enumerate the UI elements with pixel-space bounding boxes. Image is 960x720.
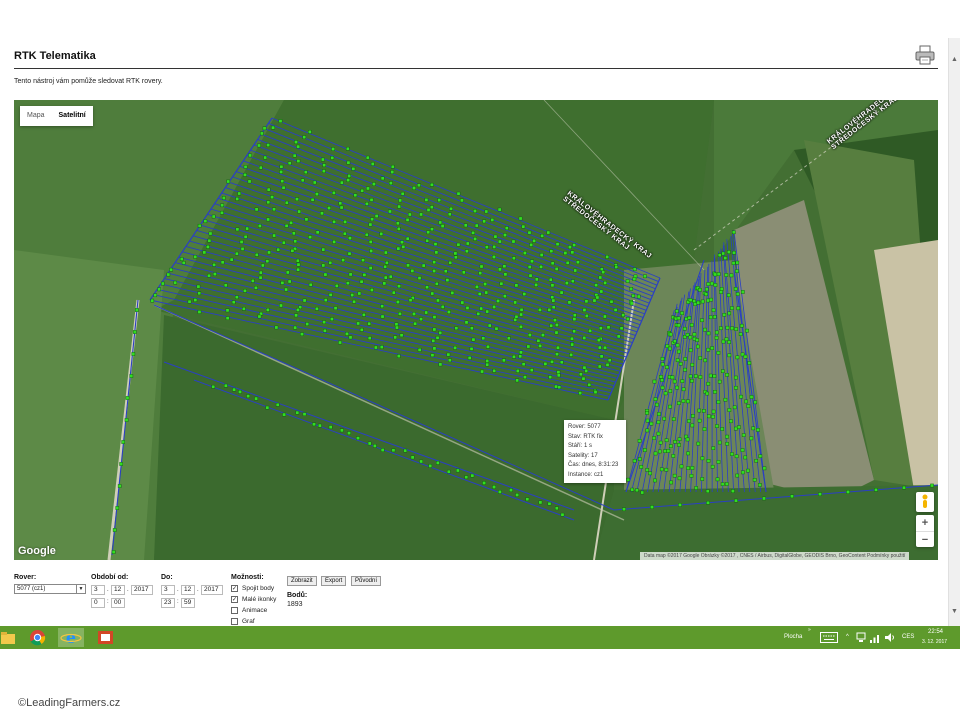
map-type-option-map[interactable]: Mapa [20,106,52,126]
chevron-down-icon[interactable]: ▼ [76,585,85,593]
to-day-input[interactable]: 3 [161,585,175,595]
title-divider [14,68,938,69]
map-type-control[interactable]: Mapa Satelitní [20,106,93,126]
points-count: 1893 [287,601,303,608]
volume-icon[interactable] [884,632,896,643]
connect-points-checkbox[interactable]: ✓ [231,585,238,592]
copyright-footer: ©LeadingFarmers.cz [18,697,121,709]
connect-points-label: Spojit body [242,585,275,592]
scrollbar[interactable] [948,38,960,626]
map-attribution[interactable]: Data map ©2017 Google Obrázky ©2017 , CN… [640,552,910,560]
zoom-control[interactable]: + − [916,515,934,547]
toolbar-expand-icon[interactable]: » [808,627,811,633]
scroll-up-icon[interactable]: ▲ [951,56,958,63]
printer-icon[interactable] [914,44,936,66]
page-description: Tento nástroj vám pomůže sledovat RTK ro… [14,78,163,85]
info-satellites: Satelity: 17 [568,452,598,459]
clock-date[interactable]: 3. 12. 2017 [922,639,947,645]
graph-label: Graf [242,618,255,625]
file-explorer-icon[interactable] [0,628,19,647]
zoom-out-button[interactable]: − [916,532,934,548]
signal-bars-icon[interactable] [869,632,881,643]
to-year-input[interactable]: 2017 [201,585,223,595]
small-icons-label: Malé ikonky [242,596,277,603]
info-time: Čas: dnes, 8:31:23 [568,462,619,468]
presentation-app-icon[interactable] [96,628,115,647]
zoom-in-button[interactable]: + [916,515,934,531]
info-age: Stáří: 1 s [568,443,593,449]
desktop-toolbar-label[interactable]: Plocha [784,634,802,640]
screen: RTK Telematika Tento nástroj vám pomůže … [0,0,960,720]
internet-explorer-icon[interactable]: e [58,628,84,647]
map-imagery [14,100,938,560]
export-button[interactable]: Export [321,576,347,586]
page-title: RTK Telematika [14,50,96,62]
input-language[interactable]: CES [902,634,914,640]
info-instance: Instance: cz1 [568,471,604,478]
rover-info-popup: Rover: 5077 Stav: RTK fix Stáří: 1 s Sat… [564,420,626,483]
show-button[interactable]: Zobrazit [287,576,317,586]
original-button[interactable]: Původní [351,576,382,586]
options-label: Možnosti: [231,574,264,581]
windows-taskbar: e Plocha » ^ CES 22:54 3. 12. 2017 [0,626,960,649]
from-month-input[interactable]: 12 [111,585,125,595]
chrome-icon[interactable] [28,628,47,647]
from-minute-input[interactable]: 00 [111,598,125,608]
google-logo: Google [18,545,56,557]
period-from-label: Období od: [91,574,129,581]
animation-label: Animace [242,607,268,614]
from-hour-input[interactable]: 0 [91,598,105,608]
small-icons-checkbox[interactable]: ✓ [231,596,238,603]
rover-select[interactable]: 5077 (cz1) ▼ [14,584,86,594]
street-view-pegman-icon[interactable] [916,492,934,512]
period-to-label: Do: [161,574,173,581]
to-minute-input[interactable]: 59 [181,598,195,608]
info-state: Stav: RTK fix [568,433,603,440]
rover-label: Rover: [14,574,37,581]
satellite-map[interactable]: Mapa Satelitní KRÁLOVÉHRADECKÝ KRAJ STŘE… [14,100,938,560]
animation-checkbox[interactable] [231,607,238,614]
network-icon[interactable] [856,632,866,643]
filter-controls: Rover: 5077 (cz1) ▼ Období od: 3 . 12 . … [0,574,948,626]
scroll-down-icon[interactable]: ▼ [951,608,958,615]
to-month-input[interactable]: 12 [181,585,195,595]
graph-checkbox[interactable] [231,618,238,625]
svg-text:e: e [66,628,76,647]
clock-time[interactable]: 22:54 [928,629,943,635]
tray-chevron-up-icon[interactable]: ^ [846,634,849,640]
browser-content: RTK Telematika Tento nástroj vám pomůže … [0,38,960,626]
from-day-input[interactable]: 3 [91,585,105,595]
to-hour-input[interactable]: 23 [161,598,175,608]
info-rover: Rover: 5077 [568,424,601,430]
points-label: Bodů: [287,592,308,599]
keyboard-icon[interactable] [820,632,838,643]
map-type-option-satellite[interactable]: Satelitní [52,106,93,126]
from-year-input[interactable]: 2017 [131,585,153,595]
